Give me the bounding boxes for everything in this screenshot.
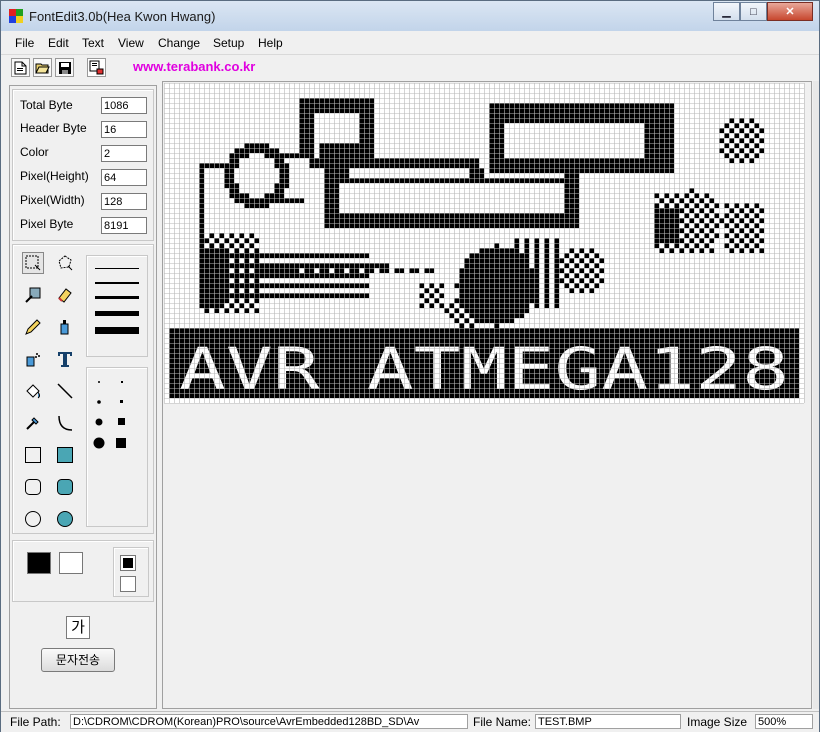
banner-text: AVR ATMEGA128	[179, 335, 789, 403]
save-file-button[interactable]	[55, 58, 74, 77]
window-title: FontEdit3.0b(Hea Kwon Hwang)	[29, 9, 216, 24]
eyedropper-icon[interactable]	[22, 412, 44, 434]
minimize-button[interactable]: ▁	[713, 2, 740, 21]
left-panel: Total Byte 1086 Header Byte 16 Color 2 P…	[9, 85, 157, 709]
menu-edit[interactable]: Edit	[48, 36, 69, 50]
vertical-scrollbar[interactable]	[813, 81, 819, 709]
image-info-group: Total Byte 1086 Header Byte 16 Color 2 P…	[12, 89, 154, 241]
toolbar: www.terabank.co.kr	[1, 55, 819, 81]
menu-setup[interactable]: Setup	[213, 36, 244, 50]
header-byte-label: Header Byte	[20, 121, 87, 135]
ellipse-icon[interactable]	[22, 508, 44, 530]
menu-text[interactable]: Text	[82, 36, 104, 50]
select-rect-icon[interactable]	[22, 252, 44, 274]
new-file-button[interactable]	[11, 58, 30, 77]
status-bar: File Path: D:\CDROM\CDROM(Korean)PRO\sou…	[1, 711, 819, 732]
menu-bar: File Edit Text View Change Setup Help	[1, 32, 819, 55]
total-byte-field[interactable]: 1086	[101, 97, 147, 114]
new-file-icon	[14, 61, 27, 74]
filled-rectangle-icon[interactable]	[54, 444, 76, 466]
menu-view[interactable]: View	[118, 36, 144, 50]
pixel-width-label: Pixel(Width)	[20, 193, 85, 207]
airbrush-icon[interactable]	[22, 348, 44, 370]
open-folder-icon	[35, 63, 50, 74]
select-lasso-icon[interactable]	[54, 252, 76, 274]
image-size-label: Image Size	[687, 715, 748, 729]
total-byte-label: Total Byte	[20, 98, 73, 112]
file-name-label: File Name:	[473, 715, 532, 729]
text-tool-icon[interactable]	[54, 348, 76, 370]
color-toggle	[113, 547, 149, 597]
tool-group	[12, 244, 154, 534]
image-size-value: 500%	[755, 714, 813, 729]
line-widths	[95, 268, 139, 334]
file-name-value: TEST.BMP	[535, 714, 681, 729]
filled-rounded-rect-icon[interactable]	[54, 476, 76, 498]
spray-icon[interactable]	[54, 316, 76, 338]
line-icon[interactable]	[54, 380, 76, 402]
rectangle-icon[interactable]	[22, 444, 44, 466]
close-button[interactable]: ✕	[767, 2, 813, 21]
eraser-icon[interactable]	[54, 284, 76, 306]
app-window: FontEdit3.0b(Hea Kwon Hwang) ▁ □ ✕ File …	[0, 0, 820, 732]
header-byte-field[interactable]: 16	[101, 121, 147, 138]
file-path-value: D:\CDROM\CDROM(Korean)PRO\source\AvrEmbe…	[70, 714, 468, 729]
send-device-button[interactable]	[87, 58, 106, 77]
floppy-disk-icon	[58, 61, 71, 74]
pixel-height-field[interactable]: 64	[101, 169, 147, 186]
pixel-height-label: Pixel(Height)	[20, 169, 89, 183]
menu-help[interactable]: Help	[258, 36, 283, 50]
app-icon	[9, 9, 23, 23]
send-character-button[interactable]: 문자전송	[41, 648, 115, 672]
line-width-selector[interactable]	[86, 255, 148, 357]
pick-color-icon[interactable]	[22, 284, 44, 306]
pixel-byte-label: Pixel Byte	[20, 217, 74, 231]
white-color-option[interactable]	[120, 576, 136, 592]
pencil-icon[interactable]	[22, 316, 44, 338]
maximize-button[interactable]: □	[740, 2, 767, 21]
brush-shapes	[93, 381, 126, 449]
title-bar[interactable]: FontEdit3.0b(Hea Kwon Hwang) ▁ □ ✕	[1, 1, 819, 31]
menu-change[interactable]: Change	[158, 36, 200, 50]
fill-icon[interactable]	[22, 380, 44, 402]
file-path-label: File Path:	[10, 715, 61, 729]
transfer-icon	[89, 60, 104, 75]
canvas-area[interactable]: AVR ATMEGA128	[162, 81, 812, 709]
curve-icon[interactable]	[54, 412, 76, 434]
filled-ellipse-icon[interactable]	[54, 508, 76, 530]
website-link[interactable]: www.terabank.co.kr	[133, 59, 255, 74]
brush-shape-selector[interactable]	[86, 367, 148, 527]
black-color-option[interactable]	[120, 555, 136, 571]
color-field[interactable]: 2	[101, 145, 147, 162]
open-file-button[interactable]	[33, 58, 52, 77]
background-color-swatch[interactable]	[59, 552, 83, 574]
pixel-width-field[interactable]: 128	[101, 193, 147, 210]
rounded-rect-icon[interactable]	[22, 476, 44, 498]
pixel-byte-field[interactable]: 8191	[101, 217, 147, 234]
color-group	[12, 540, 154, 602]
color-label: Color	[20, 145, 49, 159]
foreground-color-swatch[interactable]	[27, 552, 51, 574]
menu-file[interactable]: File	[15, 36, 34, 50]
character-preview[interactable]: 가	[66, 616, 90, 639]
pixel-editor-canvas[interactable]: AVR ATMEGA128	[164, 83, 806, 405]
